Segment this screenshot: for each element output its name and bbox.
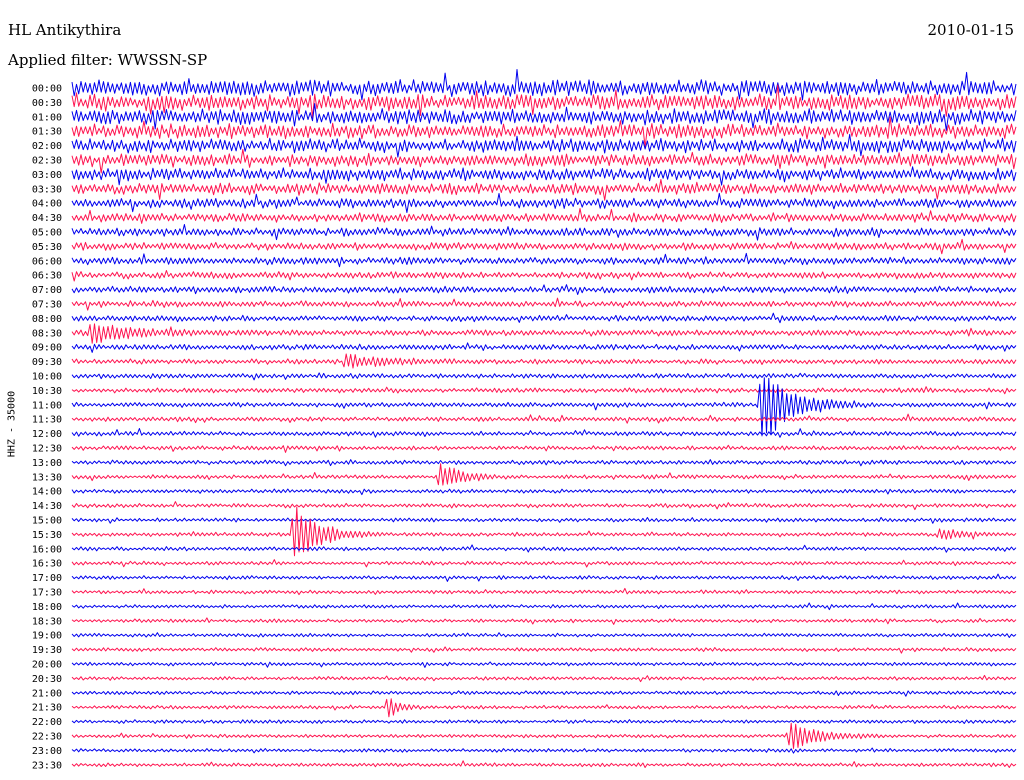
trace-1200: [71, 428, 1017, 438]
row-label: 20:30: [32, 674, 62, 685]
row-label: 05:00: [32, 228, 62, 239]
trace-1330: [71, 463, 1017, 486]
row-label: 17:00: [32, 573, 62, 584]
row-label: 02:30: [32, 156, 62, 167]
row-label: 02:00: [32, 141, 62, 152]
trace-2200: [71, 719, 1017, 724]
row-label: 16:00: [32, 544, 62, 555]
trace-1030: [71, 386, 1017, 395]
row-label: 18:30: [32, 616, 62, 627]
trace-1900: [71, 632, 1017, 638]
row-label: 01:30: [32, 127, 62, 138]
row-label: 08:00: [32, 314, 62, 325]
row-label: 19:30: [32, 645, 62, 656]
trace-0700: [71, 284, 1017, 295]
row-label: 19:00: [32, 631, 62, 642]
trace-1530: [71, 506, 1017, 557]
row-label: 06:00: [32, 256, 62, 267]
row-label: 04:30: [32, 213, 62, 224]
trace-0230: [71, 148, 1017, 174]
row-label: 10:30: [32, 386, 62, 397]
trace-2300: [71, 747, 1017, 754]
trace-1100: [71, 377, 1017, 437]
trace-0630: [71, 270, 1017, 282]
trace-0530: [71, 238, 1017, 255]
trace-0300: [71, 166, 1017, 186]
row-label: 16:30: [32, 559, 62, 570]
row-label: 13:30: [32, 472, 62, 483]
row-label: 11:30: [32, 415, 62, 426]
trace-group: [71, 69, 1017, 768]
row-label: 07:30: [32, 300, 62, 311]
row-label: 07:00: [32, 285, 62, 296]
row-label: 14:00: [32, 487, 62, 498]
trace-1930: [71, 646, 1017, 654]
trace-0500: [71, 224, 1017, 241]
trace-0930: [71, 353, 1017, 369]
trace-1230: [71, 444, 1017, 453]
row-label: 08:30: [32, 328, 62, 339]
trace-2330: [71, 760, 1017, 768]
trace-1430: [71, 501, 1017, 511]
trace-0430: [71, 208, 1017, 224]
trace-0400: [71, 192, 1017, 213]
trace-0330: [71, 179, 1017, 201]
row-label: 06:30: [32, 271, 62, 282]
row-label: 00:30: [32, 98, 62, 109]
trace-2130: [71, 698, 1017, 718]
trace-1600: [71, 544, 1017, 553]
row-label: 09:00: [32, 343, 62, 354]
trace-0600: [71, 252, 1017, 268]
row-label: 18:00: [32, 602, 62, 613]
row-label: 22:00: [32, 717, 62, 728]
trace-1400: [71, 488, 1017, 496]
row-label: 14:30: [32, 501, 62, 512]
trace-0900: [71, 342, 1017, 353]
row-label: 11:00: [32, 400, 62, 411]
row-label: 05:30: [32, 242, 62, 253]
row-label: 23:00: [32, 746, 62, 757]
trace-2030: [71, 674, 1017, 683]
row-label: 03:00: [32, 170, 62, 181]
row-label: 15:00: [32, 516, 62, 527]
trace-1700: [71, 573, 1017, 582]
trace-0000: [71, 69, 1017, 101]
row-label: 12:00: [32, 429, 62, 440]
trace-1130: [71, 413, 1017, 424]
row-label: 10:00: [32, 372, 62, 383]
trace-0730: [71, 297, 1017, 311]
trace-1000: [71, 372, 1017, 381]
trace-1800: [71, 602, 1017, 611]
row-label: 13:00: [32, 458, 62, 469]
trace-0800: [71, 312, 1017, 324]
trace-1730: [71, 587, 1017, 596]
trace-0830: [71, 323, 1017, 344]
row-label: 00:00: [32, 84, 62, 95]
trace-1300: [71, 459, 1017, 467]
trace-1630: [71, 559, 1017, 568]
trace-1500: [71, 516, 1017, 524]
row-label: 22:30: [32, 732, 62, 743]
row-label: 23:30: [32, 760, 62, 771]
row-labels: 00:00 00:30 01:00 01:30 02:00 02:30 03:00 03:30…: [32, 84, 62, 772]
row-label: 15:30: [32, 530, 62, 541]
row-label: 21:30: [32, 703, 62, 714]
row-label: 04:00: [32, 199, 62, 210]
trace-1830: [71, 617, 1017, 625]
row-label: 01:00: [32, 112, 62, 123]
helicorder-plot: 00:00 00:30 01:00 01:30 02:00 02:30 03:00 03:30…: [32, 69, 1017, 772]
trace-2100: [71, 690, 1017, 697]
row-label: 03:30: [32, 184, 62, 195]
row-label: 09:30: [32, 357, 62, 368]
trace-0200: [71, 133, 1017, 158]
row-label: 12:30: [32, 444, 62, 455]
trace-2000: [71, 661, 1017, 668]
row-label: 20:00: [32, 660, 62, 671]
row-label: 17:30: [32, 588, 62, 599]
row-label: 21:00: [32, 688, 62, 699]
trace-2230: [71, 722, 1017, 749]
